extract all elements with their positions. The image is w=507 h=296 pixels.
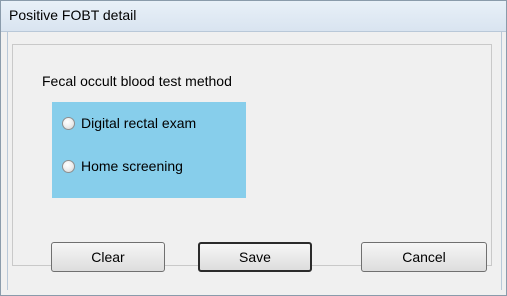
- radio-label[interactable]: Digital rectal exam: [81, 115, 196, 131]
- window-title: Positive FOBT detail: [9, 7, 137, 23]
- test-method-radio-panel: Digital rectal exam Home screening: [52, 102, 246, 198]
- radio-button-icon[interactable]: [62, 116, 75, 130]
- radio-digital-rectal-exam[interactable]: Digital rectal exam: [62, 115, 196, 131]
- cancel-button[interactable]: Cancel: [361, 242, 487, 272]
- save-button[interactable]: Save: [198, 242, 312, 272]
- clear-button[interactable]: Clear: [51, 242, 165, 272]
- radio-button-icon[interactable]: [62, 159, 75, 173]
- title-bar[interactable]: Positive FOBT detail: [1, 1, 506, 32]
- test-method-label: Fecal occult blood test method: [42, 73, 232, 89]
- radio-label[interactable]: Home screening: [81, 158, 183, 174]
- radio-home-screening[interactable]: Home screening: [62, 158, 183, 174]
